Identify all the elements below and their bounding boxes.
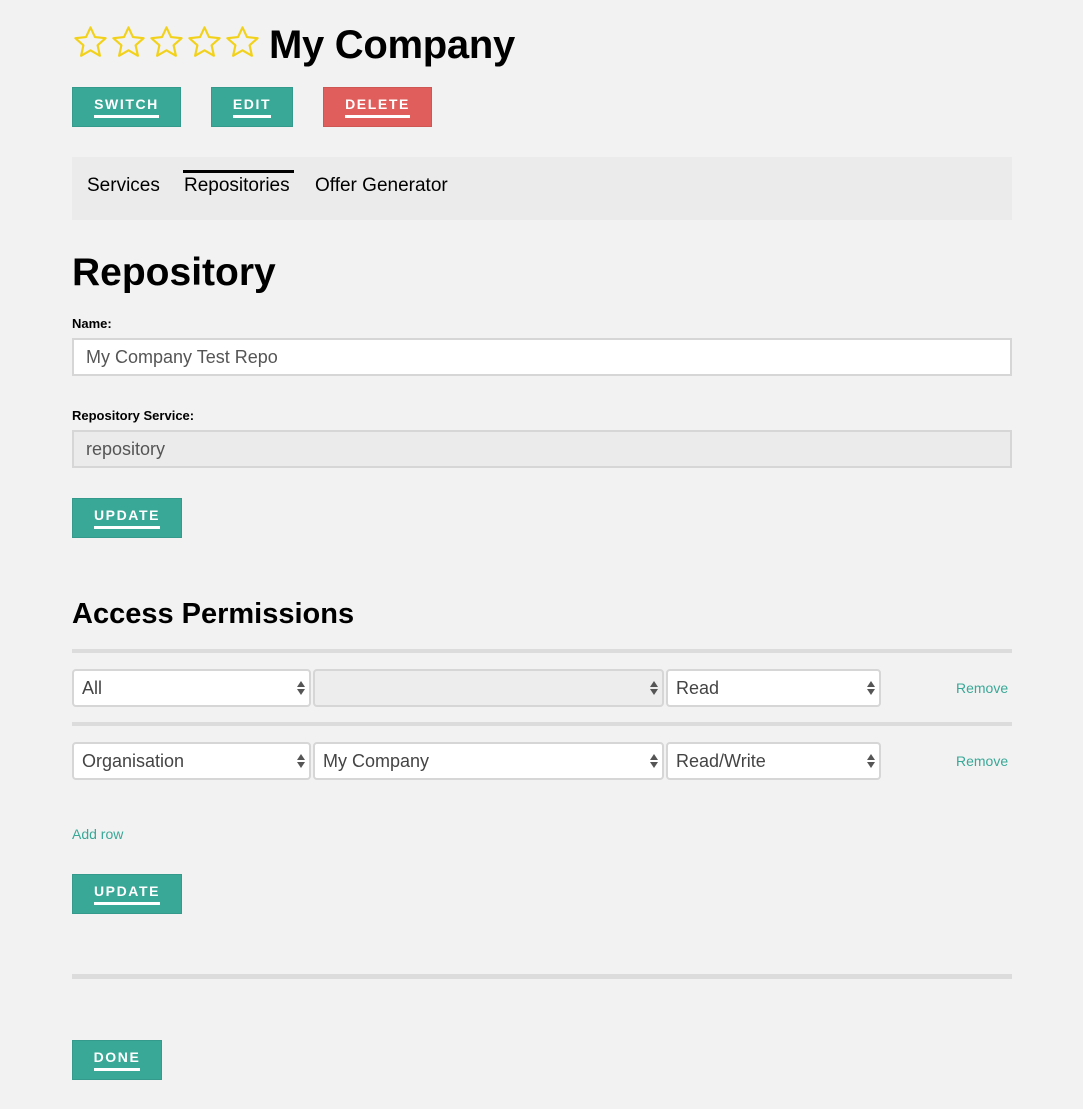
select-arrows-icon — [297, 754, 305, 768]
tab-offer-generator[interactable]: Offer Generator — [315, 175, 448, 197]
repository-heading: Repository — [72, 251, 276, 294]
edit-button-label: Edit — [232, 97, 272, 118]
select-arrows-icon — [650, 754, 658, 768]
star-icon[interactable] — [72, 24, 109, 61]
access-level-select-value: Read/Write — [676, 751, 766, 771]
company-title: My Company — [269, 23, 515, 67]
add-row-link[interactable]: Add row — [72, 826, 123, 842]
update-permissions-button[interactable]: Update — [72, 874, 182, 914]
scope-select[interactable]: All — [72, 669, 311, 707]
update-repository-button-label: Update — [93, 508, 161, 529]
star-icon[interactable] — [224, 24, 261, 61]
divider — [72, 649, 1012, 653]
select-arrows-icon — [867, 681, 875, 695]
active-tab-indicator — [183, 170, 294, 173]
remove-row-link[interactable]: Remove — [956, 753, 1008, 769]
select-arrows-icon — [650, 681, 658, 695]
repository-service-label: Repository Service: — [72, 408, 195, 423]
edit-button[interactable]: Edit — [211, 87, 293, 127]
name-label: Name: — [72, 316, 112, 331]
divider — [72, 974, 1012, 979]
access-level-select[interactable]: Read — [666, 669, 881, 707]
done-button[interactable]: Done — [72, 1040, 162, 1080]
switch-button-label: Switch — [94, 97, 159, 118]
rating-stars[interactable] — [72, 24, 261, 61]
repository-service-field: repository — [72, 430, 1012, 468]
select-arrows-icon — [297, 681, 305, 695]
remove-row-link[interactable]: Remove — [956, 680, 1008, 696]
scope-select-value: All — [82, 678, 103, 698]
name-input[interactable] — [72, 338, 1012, 376]
switch-button[interactable]: Switch — [72, 87, 181, 127]
select-arrows-icon — [867, 754, 875, 768]
access-level-select-value: Read — [676, 678, 720, 698]
access-permissions-heading: Access Permissions — [72, 598, 355, 630]
page: My Company Switch Edit Delete Services R… — [0, 0, 1083, 1109]
update-repository-button[interactable]: Update — [72, 498, 182, 538]
entity-select — [313, 669, 664, 707]
tab-repositories[interactable]: Repositories — [184, 175, 290, 197]
tab-services[interactable]: Services — [87, 175, 160, 197]
star-icon[interactable] — [110, 24, 147, 61]
scope-select-value: Organisation — [82, 751, 185, 771]
done-button-label: Done — [93, 1050, 141, 1071]
star-icon[interactable] — [186, 24, 223, 61]
scope-select[interactable]: Organisation — [72, 742, 311, 780]
divider — [72, 722, 1012, 726]
update-permissions-button-label: Update — [93, 884, 161, 905]
delete-button[interactable]: Delete — [323, 87, 432, 127]
access-level-select[interactable]: Read/Write — [666, 742, 881, 780]
entity-select-value: My Company — [323, 751, 430, 771]
star-icon[interactable] — [148, 24, 185, 61]
delete-button-label: Delete — [345, 97, 410, 118]
entity-select[interactable]: My Company — [313, 742, 664, 780]
